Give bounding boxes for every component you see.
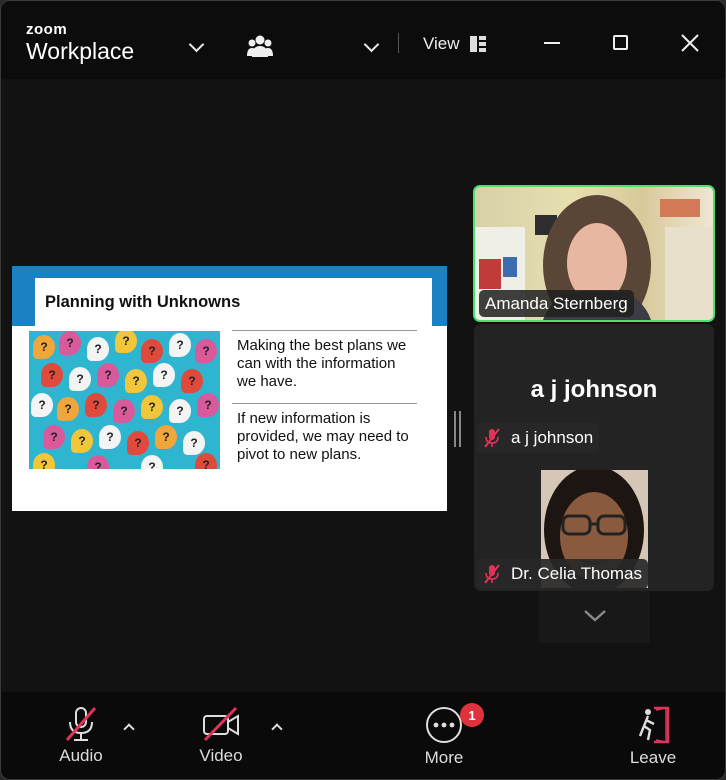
slide-divider — [232, 403, 417, 404]
video-options-caret[interactable] — [271, 723, 283, 735]
question-bubbles-image: ? ? ? ? ? ? ? ? ? ? ? ? ? ? ? ? ? ? ? ? … — [29, 331, 220, 469]
zoom-logo: zoom Workplace — [26, 21, 135, 65]
participant-name-tag-aj[interactable]: a j johnson — [477, 423, 600, 453]
audio-button[interactable]: Audio — [51, 706, 111, 766]
video-off-icon — [203, 706, 239, 742]
slide-paragraph-2: If new information is provided, we may n… — [237, 410, 409, 463]
brand-menu-button[interactable] — [187, 36, 205, 52]
panel-resize-handle[interactable] — [454, 411, 461, 447]
video-tile-amanda[interactable]: Amanda Sternberg — [473, 185, 715, 322]
audio-label: Audio — [59, 746, 103, 765]
notification-badge: 1 — [460, 703, 484, 727]
mic-muted-icon — [484, 428, 500, 448]
chevron-down-icon — [188, 36, 204, 52]
options-menu-button[interactable] — [362, 36, 380, 52]
gallery-scroll-down-button[interactable] — [539, 591, 650, 643]
leave-button[interactable]: Leave — [623, 706, 683, 768]
more-label: More — [424, 748, 464, 767]
participant-name-tag-celia[interactable]: Dr. Celia Thomas — [477, 559, 649, 589]
minimize-button[interactable] — [543, 41, 561, 45]
mic-muted-icon — [484, 564, 500, 584]
audio-options-caret[interactable] — [123, 723, 135, 735]
meeting-toolbar: Audio Video More Leave — [1, 692, 725, 779]
participant-name: Amanda Sternberg — [485, 293, 628, 313]
slide-paragraph-1: Making the best plans we can with the in… — [237, 337, 407, 390]
zoom-window: zoom Workplace View Planning with Unknow… — [0, 0, 726, 780]
participant-name: Dr. Celia Thomas — [511, 564, 643, 583]
mic-muted-icon — [65, 707, 97, 741]
participants-icon — [247, 35, 273, 57]
view-layout-icon — [469, 36, 486, 52]
more-icon — [426, 707, 462, 743]
maximize-button[interactable] — [612, 34, 629, 51]
leave-label: Leave — [629, 748, 677, 767]
shared-screen[interactable]: Planning with Unknowns ? ? ? ? ? ? ? ? ?… — [12, 266, 447, 511]
video-button[interactable]: Video — [191, 706, 251, 766]
brand-small: zoom — [26, 21, 68, 38]
brand-big: Workplace — [26, 38, 135, 64]
minimize-icon — [544, 42, 560, 44]
title-bar: zoom Workplace View — [1, 1, 725, 79]
maximize-icon — [613, 35, 628, 50]
video-label: Video — [199, 746, 243, 765]
leave-icon — [638, 706, 670, 744]
slide-title: Planning with Unknowns — [45, 293, 241, 311]
close-icon — [681, 34, 699, 52]
view-label: View — [423, 34, 460, 53]
chevron-down-icon — [363, 36, 379, 52]
participant-name: a j johnson — [511, 428, 594, 447]
slide-divider — [232, 330, 417, 331]
divider — [398, 33, 399, 53]
view-button[interactable]: View — [423, 31, 486, 57]
close-button[interactable] — [680, 33, 700, 53]
participant-display-name: a j johnson — [530, 376, 658, 403]
participant-name-tag: Amanda Sternberg — [479, 290, 634, 317]
participants-button[interactable] — [246, 32, 274, 58]
chevron-down-icon — [584, 610, 606, 622]
